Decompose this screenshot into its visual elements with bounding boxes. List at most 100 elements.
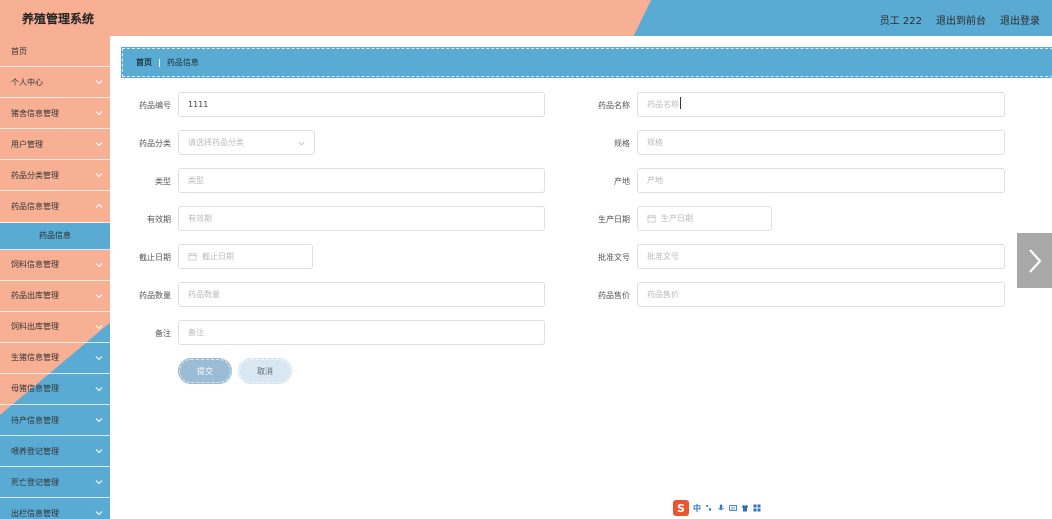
approval-no-placeholder: 批准文号 xyxy=(647,252,679,261)
sidebar-item-pigsty[interactable]: 猪舍信息管理 xyxy=(0,98,110,130)
remark-placeholder: 备注 xyxy=(188,328,204,337)
spec-label: 规格 xyxy=(614,139,630,148)
sidebar-item-label: 出栏信息管理 xyxy=(11,508,59,518)
sidebar-item-label: 饲料信息管理 xyxy=(11,260,59,270)
production-date-placeholder: 生产日期 xyxy=(661,214,693,223)
sidebar-item-feed-info[interactable]: 饲料信息管理 xyxy=(0,250,110,281)
ime-toolbar: S 中 xyxy=(673,499,761,517)
origin-placeholder: 产地 xyxy=(647,176,663,185)
sidebar-item-hog-info[interactable]: 生猪信息管理 xyxy=(0,343,110,374)
spec-placeholder: 规格 xyxy=(647,138,663,147)
sidebar-item-label: 生猪信息管理 xyxy=(11,353,59,363)
calendar-icon xyxy=(188,252,197,261)
chevron-up-icon xyxy=(94,201,104,211)
expiry-date-label: 截止日期 xyxy=(139,253,171,262)
sidebar-subitem-drug-info[interactable]: 药品信息 xyxy=(0,222,110,250)
sidebar-item-label: 母猪信息管理 xyxy=(11,384,59,394)
next-page-tab[interactable] xyxy=(1017,233,1052,288)
drug-name-input[interactable]: 药品名称 xyxy=(637,92,1005,117)
sidebar-item-death-register[interactable]: 死亡登记管理 xyxy=(0,467,110,499)
sidebar-item-feeding-register[interactable]: 喂养登记管理 xyxy=(0,436,110,468)
ime-lang-toggle[interactable]: 中 xyxy=(693,503,701,514)
sidebar-item-label: 药品信息 xyxy=(39,231,71,241)
grid-menu-icon[interactable] xyxy=(753,504,761,512)
approval-no-input[interactable]: 批准文号 xyxy=(637,244,1005,269)
drug-name-label: 药品名称 xyxy=(598,101,630,110)
sidebar-item-label: 首页 xyxy=(11,46,27,56)
submit-button[interactable]: 提交 xyxy=(178,358,232,384)
back-to-front-link[interactable]: 退出到前台 xyxy=(936,12,986,27)
sidebar-item-pregnant-info[interactable]: 待产信息管理 xyxy=(0,405,110,437)
sidebar-item-feed-outbound[interactable]: 饲料出库管理 xyxy=(0,312,110,343)
sidebar-item-users[interactable]: 用户管理 xyxy=(0,129,110,161)
breadcrumb-home-link[interactable]: 首页 xyxy=(136,57,152,68)
remark-label: 备注 xyxy=(155,329,171,338)
category-placeholder: 请选择药品分类 xyxy=(188,138,244,147)
chevron-down-icon xyxy=(94,260,104,270)
skin-icon[interactable] xyxy=(741,504,749,512)
quantity-label: 药品数量 xyxy=(139,291,171,300)
logout-link[interactable]: 退出登录 xyxy=(1000,12,1040,27)
remark-input[interactable]: 备注 xyxy=(178,320,545,345)
sidebar-item-sow-info[interactable]: 母猪信息管理 xyxy=(0,374,110,406)
type-input[interactable]: 类型 xyxy=(178,168,545,193)
ime-logo-icon[interactable]: S xyxy=(673,500,689,516)
sidebar-item-home[interactable]: 首页 xyxy=(0,36,110,68)
drug-code-input[interactable]: 1111 xyxy=(178,92,545,117)
header-nav: 员工 222 退出到前台 退出登录 xyxy=(880,12,1040,27)
price-input[interactable]: 药品售价 xyxy=(637,282,1005,307)
chevron-down-icon xyxy=(94,446,104,456)
quantity-placeholder: 药品数量 xyxy=(188,290,220,299)
sidebar-item-label: 个人中心 xyxy=(11,77,43,87)
top-header: 养殖管理系统 员工 222 退出到前台 退出登录 xyxy=(0,0,1052,36)
breadcrumb-separator: | xyxy=(158,58,161,67)
chevron-down-icon xyxy=(94,508,104,518)
validity-input[interactable]: 有效期 xyxy=(178,206,545,231)
cancel-button[interactable]: 取消 xyxy=(238,358,292,384)
drug-code-label: 药品编号 xyxy=(139,101,171,110)
sidebar-item-drug-outbound[interactable]: 药品出库管理 xyxy=(0,281,110,312)
category-select[interactable]: 请选择药品分类 xyxy=(178,130,315,155)
sidebar-item-label: 药品信息管理 xyxy=(11,202,59,212)
type-placeholder: 类型 xyxy=(188,176,204,185)
sidebar-item-slaughter-info[interactable]: 出栏信息管理 xyxy=(0,498,110,519)
breadcrumb: 首页 | 药品信息 xyxy=(121,47,1052,78)
ime-punct-icon[interactable] xyxy=(705,504,713,512)
chevron-right-icon xyxy=(1027,248,1043,274)
sidebar-item-label: 喂养登记管理 xyxy=(11,446,59,456)
microphone-icon[interactable] xyxy=(717,504,725,512)
validity-label: 有效期 xyxy=(147,215,171,224)
chevron-down-icon xyxy=(94,384,104,394)
price-label: 药品售价 xyxy=(598,291,630,300)
chevron-down-icon xyxy=(94,170,104,180)
category-label: 药品分类 xyxy=(139,139,171,148)
sidebar-item-label: 死亡登记管理 xyxy=(11,477,59,487)
chevron-down-icon xyxy=(297,139,306,148)
sidebar-item-personal-center[interactable]: 个人中心 xyxy=(0,67,110,99)
chevron-down-icon xyxy=(94,291,104,301)
chevron-down-icon xyxy=(94,77,104,87)
chevron-down-icon xyxy=(94,477,104,487)
sidebar-item-drug-category[interactable]: 药品分类管理 xyxy=(0,160,110,192)
price-placeholder: 药品售价 xyxy=(647,290,679,299)
chevron-down-icon xyxy=(94,322,104,332)
sidebar-item-label: 饲料出库管理 xyxy=(11,322,59,332)
quantity-input[interactable]: 药品数量 xyxy=(178,282,545,307)
breadcrumb-current: 药品信息 xyxy=(166,58,199,67)
spec-input[interactable]: 规格 xyxy=(637,130,1005,155)
origin-label: 产地 xyxy=(614,177,630,186)
keyboard-icon[interactable] xyxy=(729,504,737,512)
text-cursor xyxy=(680,97,681,109)
sidebar: 首页 个人中心 猪舍信息管理 用户管理 药品分类管理 药品信息管理 药品信息 饲… xyxy=(0,36,110,519)
expiry-date-picker[interactable]: 截止日期 xyxy=(178,244,313,269)
production-date-picker[interactable]: 生产日期 xyxy=(637,206,772,231)
app-title: 养殖管理系统 xyxy=(22,12,95,26)
sidebar-item-label: 待产信息管理 xyxy=(11,415,59,425)
origin-input[interactable]: 产地 xyxy=(637,168,1005,193)
chevron-down-icon xyxy=(94,415,104,425)
type-label: 类型 xyxy=(155,177,171,186)
production-date-label: 生产日期 xyxy=(598,215,630,224)
chevron-down-icon xyxy=(94,353,104,363)
sidebar-item-label: 药品出库管理 xyxy=(11,291,59,301)
sidebar-item-drug-info[interactable]: 药品信息管理 xyxy=(0,191,110,223)
